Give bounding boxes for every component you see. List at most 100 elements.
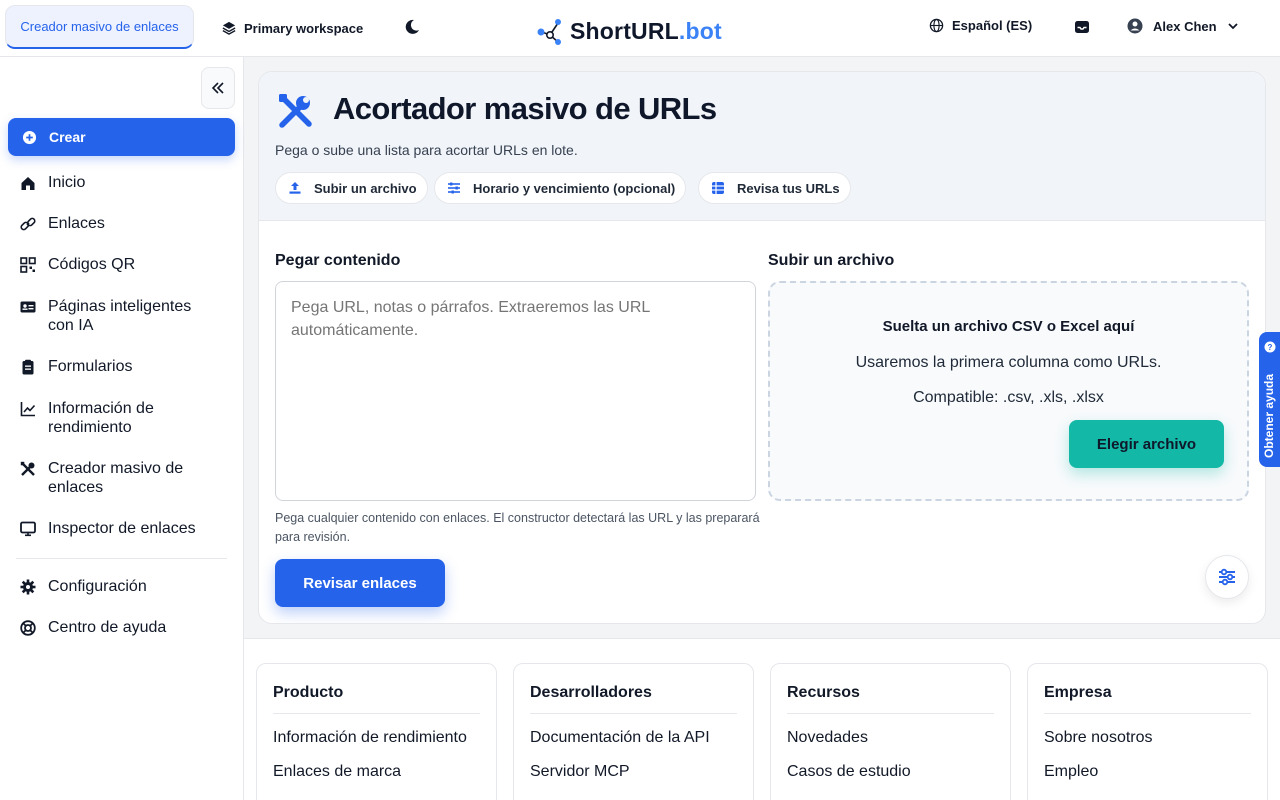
grid-icon [712,182,724,194]
footer-column-producto: Producto Información de rendimiento Enla… [256,663,497,800]
review-links-button[interactable]: Revisar enlaces [275,559,445,607]
footer-link[interactable]: Servidor MCP [530,759,740,785]
paste-section-label: Pegar contenido [275,252,401,269]
lifebuoy-icon [20,620,36,636]
inbox-icon[interactable] [1073,18,1091,36]
footer-link[interactable]: Documentación de la API [530,725,740,751]
collapse-sidebar-button[interactable] [201,67,235,109]
upload-section-label: Subir un archivo [768,252,895,269]
sidebar-item-label: Códigos QR [48,256,136,273]
upload-file-pill[interactable]: Subir un archivo [275,172,428,204]
gear-icon [20,579,36,595]
footer-link[interactable]: Novedades [787,725,997,751]
sidebar-item-inicio[interactable]: Inicio [20,173,208,192]
footer-column-title: Desarrolladores [530,684,652,701]
sidebar-item-label: Información de rendimiento [48,400,154,436]
workspace-label: Primary workspace [244,20,364,36]
dropzone-title: Suelta un archivo CSV o Excel aquí [882,318,1135,335]
footer-column-rule [787,713,994,714]
dropzone-info: Usaremos la primera columna como URLs. [855,354,1162,371]
sidebar: Crear Inicio Enlaces Códigos QR Páginas … [0,57,244,800]
globe-icon [929,18,944,33]
qr-code-icon [20,257,36,273]
workspace-selector[interactable]: Primary workspace [222,18,363,38]
svg-text:?: ? [1268,343,1273,352]
settings-fab[interactable] [1205,555,1249,599]
footer-column-title: Empresa [1044,684,1112,701]
footer-column-title: Producto [273,684,344,701]
footer-column-title: Recursos [787,684,860,701]
clipboard-icon [22,359,34,375]
id-card-icon [20,301,36,313]
pill-label: Subir un archivo [314,180,417,196]
pill-label: Revisa tus URLs [737,180,840,196]
sidebar-item-centro-ayuda[interactable]: Centro de ayuda [20,618,208,637]
sidebar-item-configuracion[interactable]: Configuración [20,577,208,596]
logo-nodes-icon [537,19,561,45]
sidebar-item-label: Páginas inteligentes con IA [48,298,192,334]
choose-file-button[interactable]: Elegir archivo [1069,420,1224,468]
sidebar-item-label: Formularios [48,358,133,375]
sidebar-item-inspector-enlaces[interactable]: Inspector de enlaces [20,519,208,538]
sidebar-item-label: Enlaces [48,215,105,232]
sidebar-item-paginas-inteligentes[interactable]: Páginas inteligentes con IA [20,297,208,335]
sidebar-item-creador-masivo[interactable]: Creador masivo de enlaces [20,459,208,497]
paste-help-text: Pega cualquier contenido con enlaces. El… [275,511,760,544]
footer-link[interactable]: Información de rendimiento [273,725,483,751]
footer-column-rule [1044,713,1251,714]
sidebar-item-label: Inspector de enlaces [48,520,196,537]
sidebar-item-label: Configuración [48,578,147,595]
logo[interactable]: ShortURL.bot [536,14,722,48]
create-button[interactable]: Crear [8,118,235,156]
double-chevron-left-icon [211,82,224,94]
bulk-shortener-card: Acortador masivo de URLs Pega o sube una… [258,71,1266,624]
sidebar-item-label: Centro de ayuda [48,619,167,636]
plus-circle-icon [22,130,37,144]
language-label: Español (ES) [952,18,1033,33]
link-icon [20,217,36,231]
chevron-down-icon [1227,23,1238,30]
sidebar-item-label: Inicio [48,174,86,191]
user-menu[interactable]: Alex Chen [1127,18,1239,34]
schedule-expiry-pill[interactable]: Horario y vencimiento (opcional) [434,172,687,204]
page-title: Acortador masivo de URLs [333,91,717,126]
avatar-icon [1127,18,1143,34]
upload-icon [289,182,301,194]
home-icon [21,177,35,190]
moon-icon[interactable] [403,18,421,36]
footer-link[interactable]: Casos de estudio [787,759,997,785]
page-subtitle: Pega o sube una lista para acortar URLs … [275,142,578,158]
footer-column-rule [530,713,737,714]
language-selector[interactable]: Español (ES) [929,18,1032,33]
file-dropzone[interactable]: Suelta un archivo CSV o Excel aquí Usare… [768,281,1249,501]
paste-content-textarea[interactable] [275,281,756,501]
sidebar-divider [16,558,227,559]
help-circle-icon: ? [1264,341,1276,353]
review-urls-pill[interactable]: Revisa tus URLs [698,172,851,204]
footer-link[interactable]: Enlaces de marca [273,759,483,785]
user-name: Alex Chen [1153,18,1217,34]
footer-link[interactable]: Sobre nosotros [1044,725,1254,751]
sliders-icon [448,182,460,194]
tools-icon [279,94,312,128]
tab-bulk-link-creator[interactable]: Creador masivo de enlaces [5,5,194,49]
logo-text: ShortURL.bot [570,17,722,44]
tools-icon [20,461,35,476]
footer-column-empresa: Empresa Sobre nosotros Empleo [1027,663,1268,800]
get-help-label: Obtener ayuda [1262,373,1276,458]
sidebar-item-formularios[interactable]: Formularios [20,357,208,376]
sidebar-item-informacion-rendimiento[interactable]: Información de rendimiento [20,399,208,437]
card-header: Acortador masivo de URLs Pega o sube una… [259,72,1265,221]
get-help-tab[interactable]: ? Obtener ayuda [1259,332,1280,467]
footer-column-recursos: Recursos Novedades Casos de estudio [770,663,1011,800]
sidebar-item-enlaces[interactable]: Enlaces [20,214,208,233]
footer-column-desarrolladores: Desarrolladores Documentación de la API … [513,663,754,800]
footer-link[interactable]: Empleo [1044,759,1254,785]
monitor-icon [20,521,36,537]
sliders-icon [1219,568,1235,586]
chart-line-icon [20,402,36,417]
footer-column-rule [273,713,480,714]
layers-icon [222,21,236,35]
sidebar-item-codigos-qr[interactable]: Códigos QR [20,255,208,274]
top-bar: Creador masivo de enlaces Primary worksp… [0,0,1280,57]
